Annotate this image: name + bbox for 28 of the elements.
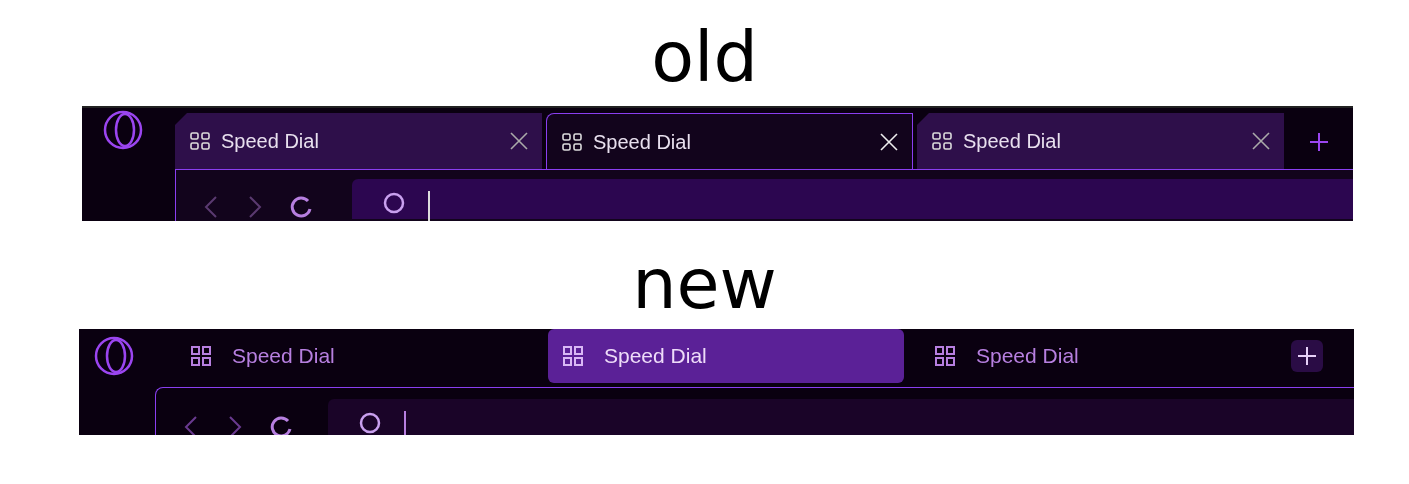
grid-icon [934,345,956,367]
search-icon [358,411,382,435]
text-cursor [428,191,430,221]
close-icon[interactable] [508,130,530,152]
address-field[interactable] [328,399,1354,435]
browser-logo [102,108,144,151]
browser-tab[interactable]: Speed Dial [920,329,1276,383]
section-heading: old [651,22,758,92]
grid-icon [562,345,584,367]
section-heading: new [632,249,777,319]
browser-tab[interactable]: Speed Dial [176,329,532,383]
browser-tab[interactable]: Speed Dial [175,113,542,169]
address-field[interactable] [352,179,1353,219]
reload-icon[interactable] [268,413,292,435]
browser-tab[interactable]: Speed Dial [548,329,904,383]
browser-tab[interactable]: Speed Dial [546,113,913,169]
new-tab-button[interactable] [1291,340,1323,372]
plus-icon [1308,131,1330,153]
grid-icon [931,130,953,152]
grid-icon [190,345,212,367]
browser-logo [93,335,135,377]
close-icon[interactable] [1250,130,1272,152]
grid-icon [561,130,583,153]
browser-tab[interactable]: Speed Dial [917,113,1284,169]
text-cursor [404,411,406,435]
close-icon[interactable] [878,130,900,153]
plus-icon [1296,345,1318,367]
grid-icon [189,130,211,152]
